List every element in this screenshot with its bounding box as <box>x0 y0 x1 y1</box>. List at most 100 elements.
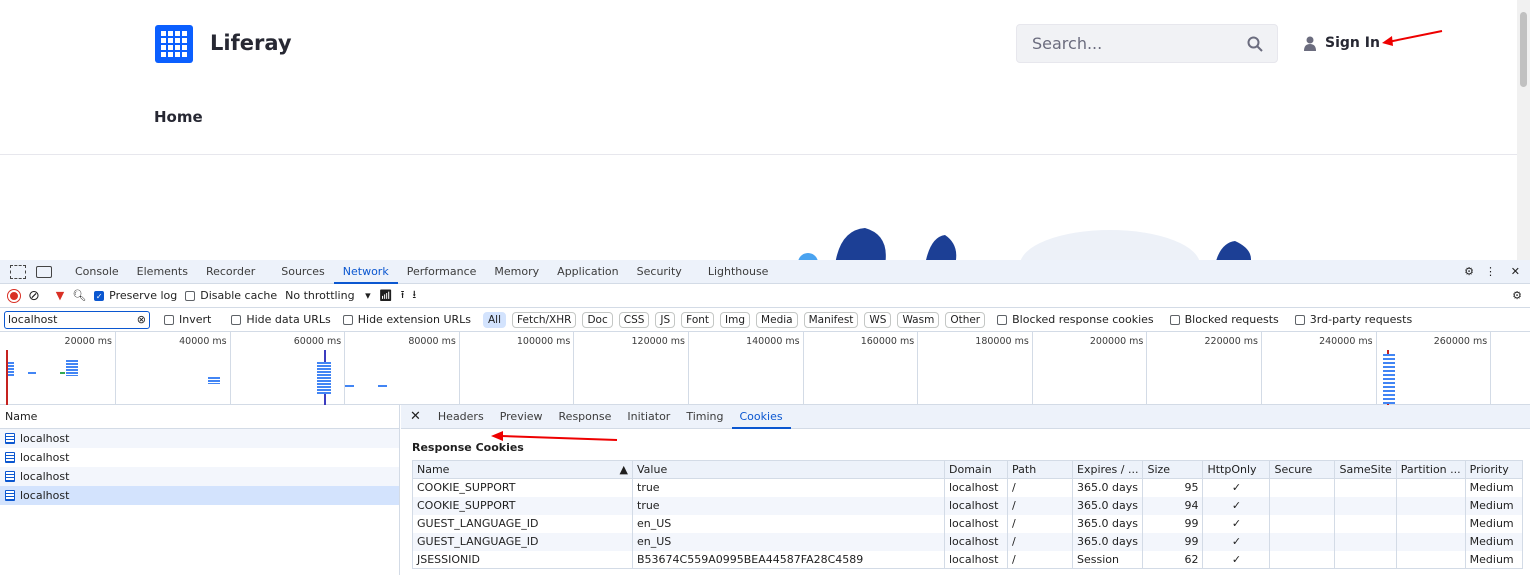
request-row[interactable]: localhost <box>0 486 399 505</box>
tab-initiator[interactable]: Initiator <box>619 405 678 429</box>
hide-data-urls-checkbox[interactable]: Hide data URLs <box>231 313 331 326</box>
type-filter-doc[interactable]: Doc <box>582 311 613 328</box>
tab-performance[interactable]: Performance <box>398 260 486 284</box>
cookie-cell: COOKIE_SUPPORT <box>412 496 633 515</box>
column-header[interactable]: Name ▲ <box>412 460 633 479</box>
column-header[interactable]: Path <box>1007 460 1073 479</box>
filter-input[interactable]: localhost ⊗ <box>4 310 150 329</box>
hide-extension-urls-checkbox[interactable]: Hide extension URLs <box>342 313 471 326</box>
type-filter-css[interactable]: CSS <box>618 311 650 328</box>
inspect-element-icon[interactable] <box>10 264 26 279</box>
tab-response[interactable]: Response <box>551 405 620 429</box>
type-filter-all[interactable]: All <box>483 311 507 328</box>
tab-security[interactable]: Security <box>628 260 691 284</box>
request-row[interactable]: localhost <box>0 448 399 467</box>
record-icon[interactable] <box>7 288 21 303</box>
cookie-cell: GUEST_LANGUAGE_ID <box>412 532 633 551</box>
timeline-tick: 260000 ms <box>1434 332 1492 405</box>
type-filter-other[interactable]: Other <box>945 311 986 328</box>
filter-icon[interactable]: ▼ <box>56 289 64 302</box>
network-toolbar: ⊘ ▼ 🔍︎ ✓ Preserve log Disable cache No th… <box>0 284 1530 308</box>
tab-network[interactable]: Network <box>333 260 398 284</box>
cookie-cell: GUEST_LANGUAGE_ID <box>412 514 633 533</box>
request-name: localhost <box>20 451 70 464</box>
cookies-table: Name ▲ Value Domain Path Expires / ... Size Htt… <box>412 460 1523 569</box>
network-conditions-icon[interactable]: 📶︎ <box>379 289 393 302</box>
liferay-logo[interactable] <box>155 25 193 63</box>
clear-icon[interactable]: ⊘ <box>28 288 40 304</box>
column-header[interactable]: SameSite <box>1334 460 1397 479</box>
clear-filter-icon[interactable]: ⊗ <box>137 313 146 326</box>
cookie-row[interactable]: GUEST_LANGUAGE_ID en_US localhost/365.0 da… <box>412 532 1523 551</box>
search-icon[interactable]: 🔍︎ <box>72 289 86 302</box>
column-header[interactable]: Domain <box>944 460 1008 479</box>
cookie-row[interactable]: GUEST_LANGUAGE_ID en_US localhost/365.0 da… <box>412 514 1523 533</box>
type-filter-ws[interactable]: WS <box>864 311 892 328</box>
network-settings-icon[interactable]: ⚙ <box>1512 289 1522 302</box>
column-header[interactable]: Value <box>632 460 945 479</box>
sign-in-link[interactable]: Sign In <box>1303 35 1380 51</box>
cookie-row[interactable]: COOKIE_SUPPORT true localhost/365.0 days 94… <box>412 496 1523 515</box>
search-input[interactable]: Search... <box>1016 24 1278 63</box>
throttling-value: No throttling <box>285 289 355 302</box>
type-filter-media[interactable]: Media <box>756 311 798 328</box>
type-filter-img[interactable]: Img <box>720 311 751 328</box>
column-header[interactable]: Partition ... <box>1395 460 1466 479</box>
tab-recorder[interactable]: Recorder <box>197 260 264 284</box>
column-header[interactable]: Priority <box>1464 460 1523 479</box>
tab-application[interactable]: Application <box>548 260 627 284</box>
column-header[interactable]: Secure <box>1269 460 1335 479</box>
cookie-row[interactable]: JSESSIONID B53674C559A0995BEA44587FA28C45… <box>412 550 1523 569</box>
cookie-cell: / <box>1007 514 1073 533</box>
search-icon[interactable] <box>1247 36 1263 52</box>
cookie-row[interactable]: COOKIE_SUPPORT true localhost/365.0 days 95… <box>412 478 1523 497</box>
close-devtools-icon[interactable]: ✕ <box>1511 265 1520 278</box>
cookie-cell: localhost <box>944 550 1008 569</box>
import-har-icon[interactable]: ⭱ <box>401 286 405 305</box>
preserve-log-label: Preserve log <box>109 289 178 302</box>
tab-cookies[interactable]: Cookies <box>731 405 791 429</box>
nav-home[interactable]: Home <box>154 108 203 126</box>
third-party-requests-checkbox[interactable]: 3rd-party requests <box>1294 313 1412 326</box>
request-row[interactable]: localhost <box>0 467 399 486</box>
web-page: Liferay Search... Sign In Home <box>0 0 1517 260</box>
name-column-header[interactable]: Name <box>0 405 399 429</box>
tab-console[interactable]: Console <box>66 260 128 284</box>
preserve-log-checkbox[interactable]: ✓ Preserve log <box>94 289 177 302</box>
column-header[interactable]: HttpOnly <box>1202 460 1270 479</box>
type-filter-wasm[interactable]: Wasm <box>897 311 940 328</box>
throttling-select[interactable]: No throttling ▾ <box>285 289 370 302</box>
column-label: Domain <box>949 463 992 476</box>
tab-elements[interactable]: Elements <box>128 260 197 284</box>
type-filter-manifest[interactable]: Manifest <box>803 311 859 328</box>
site-brand[interactable]: Liferay <box>210 31 292 55</box>
type-filter-fetch-xhr[interactable]: Fetch/XHR <box>512 311 577 328</box>
column-header[interactable]: Expires / ... <box>1071 460 1143 479</box>
tab-timing[interactable]: Timing <box>678 405 731 429</box>
blocked-requests-checkbox[interactable]: Blocked requests <box>1169 313 1279 326</box>
close-details-icon[interactable]: ✕ <box>401 409 430 424</box>
export-har-icon[interactable]: ⭳ <box>412 286 416 305</box>
blocked-response-cookies-checkbox[interactable]: Blocked response cookies <box>997 313 1154 326</box>
invert-label: Invert <box>179 313 212 326</box>
tab-sources[interactable]: Sources <box>272 260 334 284</box>
tab-headers[interactable]: Headers <box>430 405 492 429</box>
page-scrollbar[interactable] <box>1517 0 1530 260</box>
tab-preview[interactable]: Preview <box>492 405 551 429</box>
column-label: Size <box>1147 463 1171 476</box>
cookie-cell: localhost <box>944 514 1008 533</box>
tab-lighthouse[interactable]: Lighthouse <box>699 260 778 284</box>
settings-icon[interactable]: ⚙ <box>1464 265 1474 278</box>
cookie-cell: 99 <box>1142 514 1203 533</box>
disable-cache-checkbox[interactable]: Disable cache <box>185 289 277 302</box>
type-filter-js[interactable]: JS <box>655 311 676 328</box>
cookie-cell: ✓ <box>1202 550 1270 569</box>
more-options-icon[interactable]: ⋮ <box>1485 265 1496 278</box>
invert-checkbox[interactable]: Invert <box>164 313 211 326</box>
device-toolbar-icon[interactable] <box>36 265 52 278</box>
tab-memory[interactable]: Memory <box>485 260 548 284</box>
request-row[interactable]: localhost <box>0 429 399 448</box>
column-header[interactable]: Size <box>1142 460 1203 479</box>
network-overview-timeline[interactable]: 20000 ms 40000 ms 60000 ms 80000 ms 100000 m… <box>0 332 1530 405</box>
type-filter-font[interactable]: Font <box>681 311 715 328</box>
